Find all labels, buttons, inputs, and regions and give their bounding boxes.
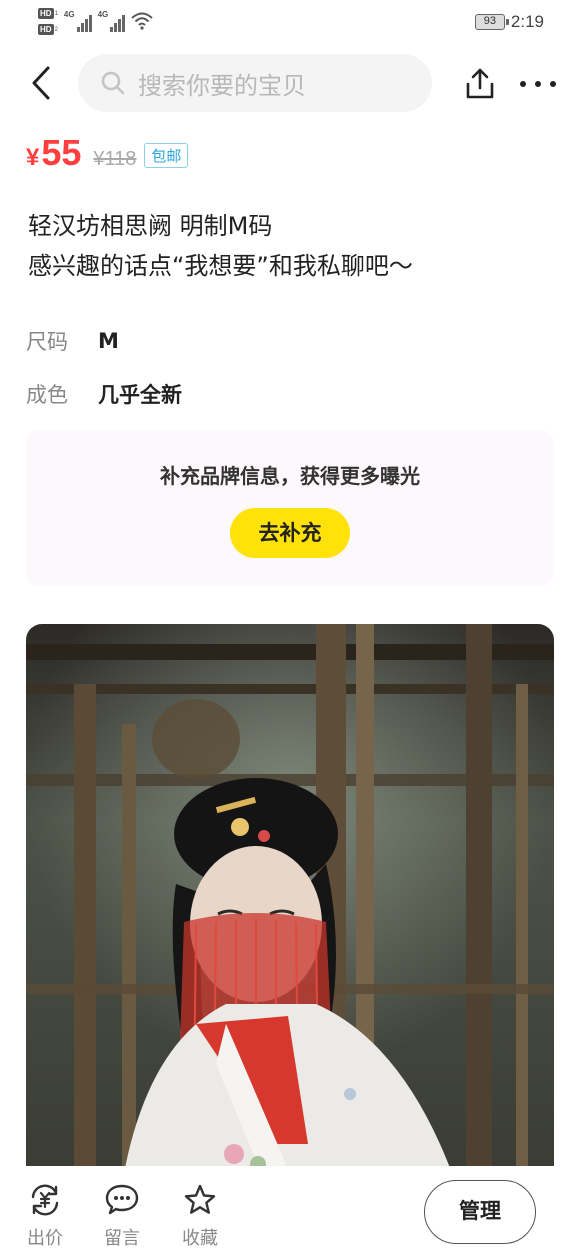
attribute-size: 尺码 M	[26, 326, 119, 356]
attribute-value: 几乎全新	[98, 383, 182, 407]
shipping-badge: 包邮	[144, 143, 189, 168]
product-image	[26, 624, 554, 1184]
item-title-line1: 轻汉坊相思阙 明制M码	[28, 212, 273, 240]
chat-bubble-icon	[104, 1182, 140, 1218]
favorite-tab[interactable]: 收藏	[170, 1182, 230, 1250]
sim1-hd-label: HD	[38, 8, 54, 19]
item-title-line2: 感兴趣的话点“我想要”和我私聊吧～	[28, 252, 413, 280]
sim2-index: 2	[54, 26, 58, 33]
more-dot-icon	[550, 81, 556, 87]
attribute-condition: 成色 几乎全新	[26, 379, 182, 409]
bid-tab[interactable]: 出价	[15, 1182, 75, 1250]
sim2-hd-label: HD	[38, 24, 54, 35]
product-photo[interactable]	[26, 624, 554, 1184]
chevron-left-icon	[32, 66, 50, 100]
wifi-icon	[131, 12, 153, 34]
sim-indicators: HD 1 HD 2	[38, 8, 58, 35]
signal-1-icon: 4G	[64, 10, 92, 32]
share-icon	[466, 68, 494, 99]
bid-label: 出价	[27, 1228, 63, 1249]
price-row: ¥ 55 ¥118 包邮	[26, 132, 189, 176]
more-button[interactable]	[520, 74, 556, 94]
status-right: 93 2:19	[474, 12, 544, 32]
comment-tab[interactable]: 留言	[92, 1182, 152, 1250]
search-input[interactable]: 搜索你要的宝贝	[78, 54, 432, 112]
search-icon	[101, 71, 125, 95]
network-1-label: 4G	[63, 10, 75, 19]
status-left: HD 1 HD 2 4G 4G	[38, 8, 153, 35]
back-button[interactable]	[24, 64, 58, 102]
manage-button[interactable]: 管理	[424, 1180, 536, 1244]
yuan-exchange-icon	[27, 1182, 63, 1218]
price-current: 55	[41, 132, 82, 173]
attribute-value: M	[98, 329, 119, 353]
add-brand-button[interactable]: 去补充	[230, 508, 350, 558]
sim1-indicator: HD 1	[38, 8, 58, 19]
signal-2-icon: 4G	[98, 10, 126, 32]
clock: 2:19	[510, 12, 544, 31]
sim2-indicator: HD 2	[38, 24, 58, 35]
attribute-label: 尺码	[26, 330, 68, 354]
item-title: 轻汉坊相思阙 明制M码 感兴趣的话点“我想要”和我私聊吧～	[28, 206, 558, 286]
status-bar: HD 1 HD 2 4G 4G 93 2:19	[0, 0, 580, 48]
sim1-index: 1	[54, 10, 58, 17]
attribute-label: 成色	[26, 383, 68, 407]
share-button[interactable]	[462, 66, 498, 102]
more-dot-icon	[520, 81, 526, 87]
battery-icon: 93	[474, 14, 509, 30]
comment-label: 留言	[104, 1228, 140, 1249]
price-original: ¥118	[93, 148, 137, 170]
search-placeholder: 搜索你要的宝贝	[138, 71, 306, 100]
more-dot-icon	[535, 81, 541, 87]
header: 搜索你要的宝贝	[0, 52, 580, 114]
bottom-bar: 出价 留言 收藏 管理	[0, 1166, 580, 1257]
brand-info-text: 补充品牌信息，获得更多曝光	[160, 464, 420, 488]
favorite-label: 收藏	[182, 1228, 218, 1249]
network-2-label: 4G	[97, 10, 109, 19]
brand-info-card: 补充品牌信息，获得更多曝光 去补充	[26, 430, 554, 586]
price-currency: ¥	[26, 144, 40, 171]
star-icon	[182, 1182, 218, 1218]
